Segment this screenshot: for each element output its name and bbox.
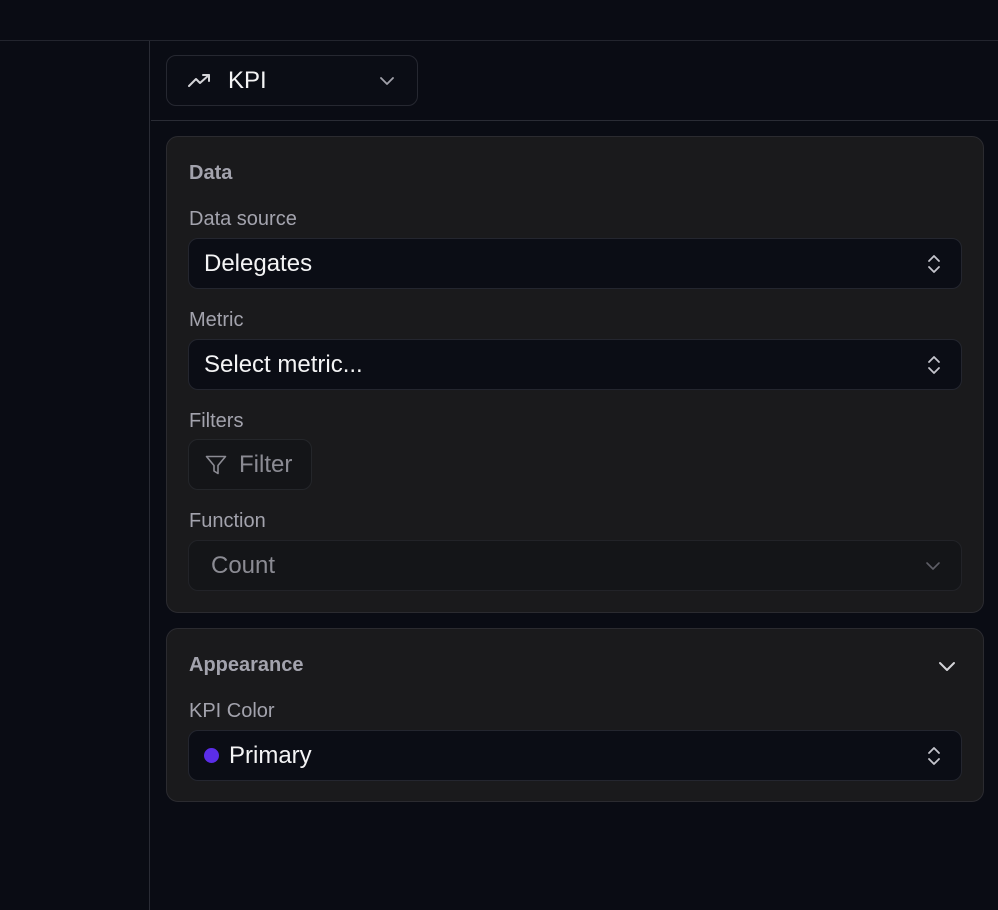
editor-panel: KPI Data Data source Delegates Metric Se… [151,41,998,910]
chart-type-label: KPI [228,66,267,94]
data-source-label: Data source [189,208,297,230]
chevron-down-icon [380,76,394,85]
kpi-color-select[interactable]: Primary [188,730,962,781]
kpi-color-label: KPI Color [189,700,275,722]
metric-select[interactable]: Select metric... [188,339,962,390]
chevron-down-icon[interactable] [936,655,958,677]
metric-label: Metric [189,309,244,331]
function-value: Count [211,551,276,579]
chevrons-up-down-icon [928,746,940,765]
chevron-down-icon [926,561,940,570]
filter-icon [205,455,227,474]
left-pane [0,41,150,910]
function-select[interactable]: Count [188,540,962,591]
kpi-color-value: Primary [229,741,312,769]
editor-toolbar: KPI [151,41,998,121]
color-swatch [204,748,219,763]
add-filter-button[interactable]: Filter [188,439,312,490]
chevrons-up-down-icon [928,355,940,374]
data-source-select[interactable]: Delegates [188,238,962,289]
data-section-title: Data [189,162,233,184]
function-label: Function [189,510,266,532]
appearance-section-title: Appearance [189,654,304,676]
appearance-section: Appearance KPI Color Primary [166,628,984,802]
chevrons-up-down-icon [928,254,940,273]
metric-value: Select metric... [204,350,363,378]
data-source-value: Delegates [204,249,313,277]
top-bar [0,0,998,41]
chart-type-select[interactable]: KPI [166,55,418,106]
add-filter-label: Filter [239,450,293,478]
trending-up-icon [188,73,210,87]
filters-label: Filters [189,410,244,432]
data-section: Data Data source Delegates Metric Select… [166,136,984,613]
